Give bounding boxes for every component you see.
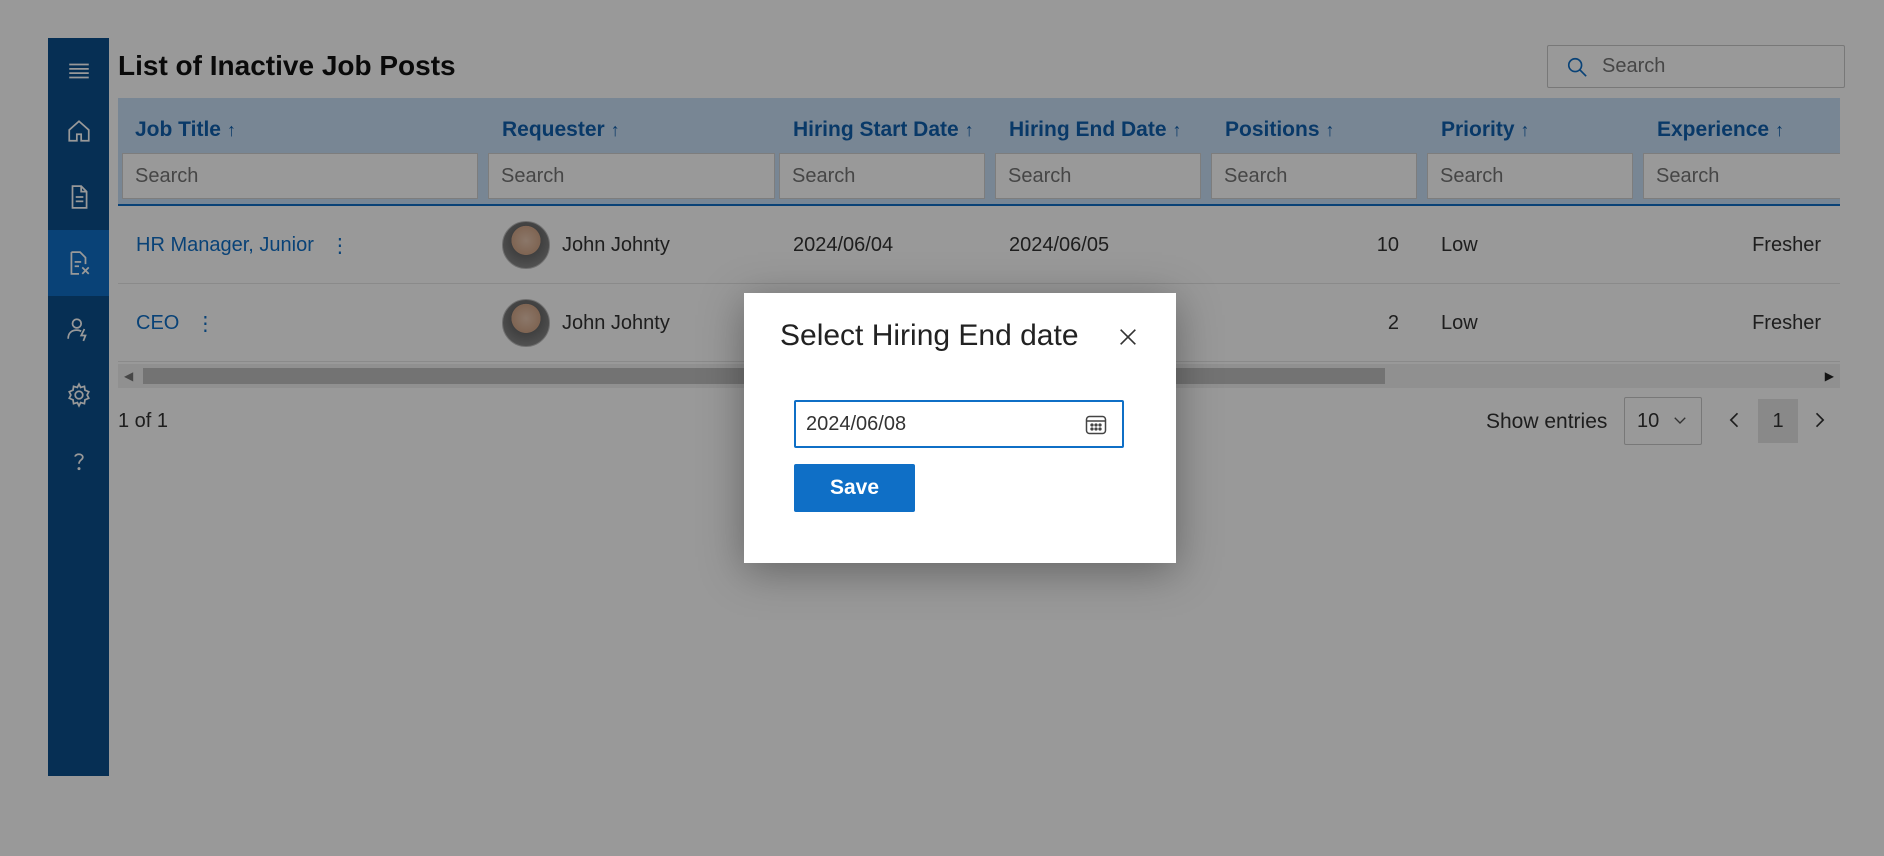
date-picker-field[interactable] — [794, 400, 1124, 448]
date-input[interactable] — [796, 411, 1068, 437]
calendar-icon[interactable] — [1084, 413, 1108, 441]
save-button[interactable]: Save — [794, 464, 915, 512]
close-icon[interactable] — [1114, 323, 1142, 351]
dialog-title: Select Hiring End date — [780, 319, 1079, 352]
hiring-end-date-dialog: Select Hiring End date Save — [744, 293, 1176, 563]
